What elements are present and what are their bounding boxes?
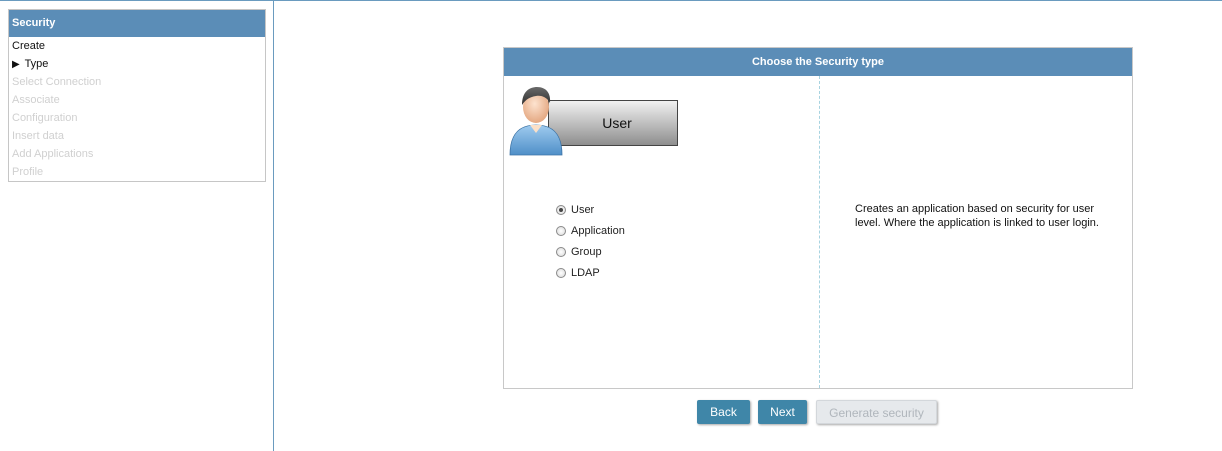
wizard-steps-title: Security <box>9 10 265 37</box>
step-select-connection: Select Connection <box>9 73 265 91</box>
option-label: Application <box>571 224 625 237</box>
step-label: Associate <box>12 94 60 106</box>
step-create[interactable]: Create <box>9 37 265 55</box>
step-label: Type <box>24 58 49 70</box>
wizard-steps-panel: Security Create ▶ Type Select Connection… <box>8 9 266 182</box>
step-label: Select Connection <box>12 76 102 88</box>
security-type-options: User Application Group LDAP <box>556 199 625 283</box>
option-group[interactable]: Group <box>556 241 625 262</box>
step-profile: Profile <box>9 163 265 181</box>
step-label: Profile <box>12 166 44 178</box>
step-label: Create <box>12 40 46 52</box>
security-type-panel: Choose the Security type User User Appli… <box>503 47 1133 389</box>
step-insert-data: Insert data <box>9 127 265 145</box>
radio-ldap[interactable] <box>556 267 566 278</box>
radio-application[interactable] <box>556 225 566 236</box>
option-application[interactable]: Application <box>556 220 625 241</box>
sidebar: Security Create ▶ Type Select Connection… <box>0 1 274 451</box>
option-label: User <box>571 203 595 216</box>
step-type[interactable]: ▶ Type <box>9 55 265 73</box>
option-label: LDAP <box>571 266 600 279</box>
selected-type-label: User <box>602 115 632 131</box>
step-associate: Associate <box>9 91 265 109</box>
radio-user[interactable] <box>556 204 566 215</box>
current-step-arrow-icon: ▶ <box>12 59 20 70</box>
step-add-applications: Add Applications <box>9 145 265 163</box>
type-description: Creates an application based on security… <box>855 203 1099 229</box>
next-button[interactable]: Next <box>758 400 807 424</box>
back-button[interactable]: Back <box>697 400 750 424</box>
step-label: Configuration <box>12 112 78 124</box>
selected-type-card: User <box>548 100 678 146</box>
panel-divider <box>819 76 820 388</box>
option-user[interactable]: User <box>556 199 625 220</box>
panel-title: Choose the Security type <box>504 48 1132 76</box>
radio-group[interactable] <box>556 246 566 257</box>
step-label: Add Applications <box>12 148 94 160</box>
step-label: Insert data <box>12 130 64 142</box>
app-frame: Security Create ▶ Type Select Connection… <box>0 0 1222 451</box>
step-configuration: Configuration <box>9 109 265 127</box>
generate-security-button: Generate security <box>816 400 937 424</box>
user-avatar-icon <box>509 87 563 156</box>
option-label: Group <box>571 245 602 258</box>
option-ldap[interactable]: LDAP <box>556 262 625 283</box>
